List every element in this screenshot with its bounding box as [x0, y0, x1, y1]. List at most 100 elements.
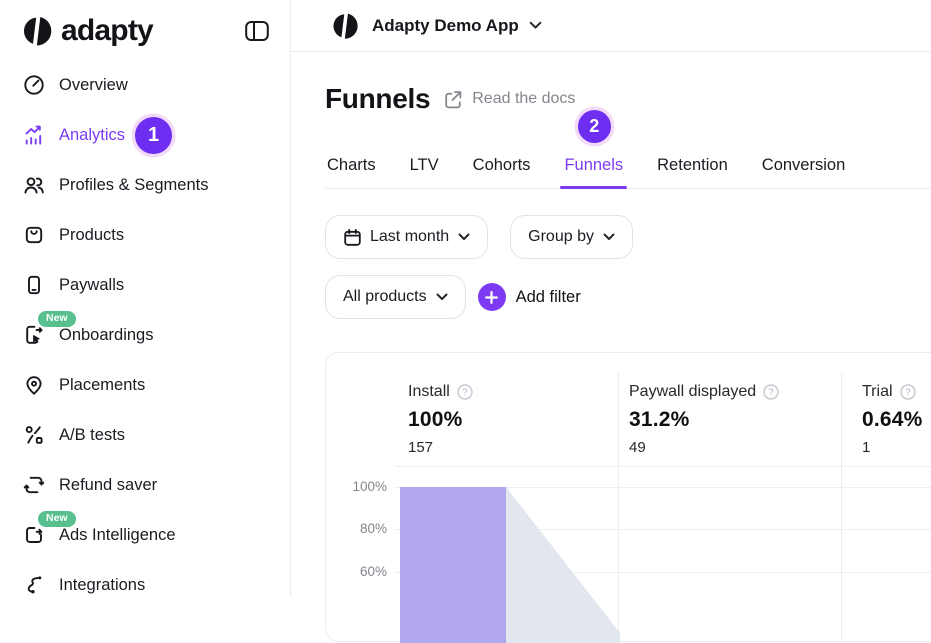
new-badge: New — [38, 311, 76, 327]
app-name: Adapty Demo App — [372, 16, 519, 36]
sidebar-item-placements[interactable]: Placements — [0, 360, 290, 410]
placements-icon — [22, 373, 46, 397]
main-content: Funnels Read the docs Charts LTV Cohorts… — [291, 53, 931, 596]
add-filter-label: Add filter — [516, 288, 581, 307]
step-percent: 31.2% — [629, 408, 779, 432]
sidebar-item-profiles-segments[interactable]: Profiles & Segments — [0, 160, 290, 210]
ab-tests-icon — [22, 423, 46, 447]
sidebar-item-label: Paywalls — [59, 276, 124, 295]
sidebar-item-paywalls[interactable]: Paywalls — [0, 260, 290, 310]
y-axis-tick: 60% — [332, 565, 387, 579]
analytics-icon — [22, 123, 46, 147]
tab-ltv[interactable]: LTV — [408, 150, 441, 188]
page-title-row: Funnels Read the docs — [325, 83, 575, 115]
plus-icon — [478, 283, 506, 311]
sidebar-item-label: Onboardings — [59, 326, 153, 345]
tutorial-step-badge-2: 2 — [578, 110, 611, 143]
add-filter-button[interactable]: Add filter — [478, 283, 581, 311]
ads-intelligence-icon — [22, 523, 46, 547]
help-icon[interactable]: ? — [457, 384, 473, 400]
step-name: Trial — [862, 383, 893, 401]
adapty-logo-icon — [20, 14, 54, 48]
refund-saver-icon — [22, 473, 46, 497]
collapse-sidebar-icon — [244, 19, 270, 43]
tab-funnels-label: Funnels — [564, 156, 623, 174]
tab-charts[interactable]: Charts — [325, 150, 378, 188]
tabs: Charts LTV Cohorts Funnels 2 Retention C… — [325, 150, 931, 189]
sidebar-item-label: A/B tests — [59, 426, 125, 445]
step-percent: 100% — [408, 408, 473, 432]
help-icon[interactable]: ? — [900, 384, 916, 400]
sidebar-item-ab-tests[interactable]: A/B tests — [0, 410, 290, 460]
chevron-down-icon — [458, 233, 470, 241]
group-by-value: Group by — [528, 228, 594, 246]
new-badge: New — [38, 511, 76, 527]
sidebar-item-label: Overview — [59, 76, 128, 95]
funnel-step-paywall-displayed: Paywall displayed ? 31.2% 49 — [629, 383, 779, 456]
step-divider — [841, 373, 842, 641]
chevron-down-icon — [436, 293, 448, 301]
sidebar-item-analytics[interactable]: Analytics 1 — [0, 110, 290, 160]
sidebar-item-label: Ads Intelligence — [59, 526, 176, 545]
collapse-sidebar-button[interactable] — [244, 19, 270, 43]
group-by-dropdown[interactable]: Group by — [510, 215, 633, 259]
filters-row-2: All products Add filter — [325, 275, 581, 319]
header-divider — [395, 466, 931, 467]
sidebar-item-overview[interactable]: Overview — [0, 60, 290, 110]
products-value: All products — [343, 288, 427, 306]
profiles-icon — [22, 173, 46, 197]
sidebar-item-label: Analytics — [59, 126, 125, 145]
page-title: Funnels — [325, 83, 430, 115]
sidebar-logo-row: adapty — [0, 0, 290, 56]
y-axis-tick: 100% — [332, 480, 387, 494]
adapty-logo-wordmark: adapty — [61, 14, 153, 48]
funnel-ramp — [506, 487, 620, 643]
step-name: Install — [408, 383, 450, 401]
products-dropdown[interactable]: All products — [325, 275, 466, 319]
tab-cohorts[interactable]: Cohorts — [471, 150, 533, 188]
sidebar-item-label: Integrations — [59, 576, 145, 595]
sidebar-nav: Overview Analytics 1 Profiles & Segments — [0, 60, 290, 610]
help-icon[interactable]: ? — [763, 384, 779, 400]
sidebar-item-integrations[interactable]: Integrations — [0, 560, 290, 610]
step-count: 157 — [408, 439, 473, 456]
paywalls-icon — [22, 273, 46, 297]
chevron-down-icon — [603, 233, 615, 241]
sidebar-item-label: Products — [59, 226, 124, 245]
sidebar-item-onboardings[interactable]: New Onboardings — [0, 310, 290, 360]
read-the-docs-link[interactable]: Read the docs — [472, 90, 575, 108]
calendar-icon — [343, 228, 362, 247]
y-axis-tick: 80% — [332, 522, 387, 536]
sidebar-item-products[interactable]: Products — [0, 210, 290, 260]
step-percent: 0.64% — [862, 408, 923, 432]
sidebar: adapty Overview — [0, 0, 291, 596]
sidebar-item-refund-saver[interactable]: Refund saver — [0, 460, 290, 510]
step-count: 49 — [629, 439, 779, 456]
tutorial-step-badge-1: 1 — [135, 117, 172, 154]
step-name: Paywall displayed — [629, 383, 756, 401]
app-selector[interactable]: Adapty Demo App — [330, 11, 542, 41]
tab-funnels[interactable]: Funnels 2 — [562, 150, 625, 188]
products-icon — [22, 223, 46, 247]
funnel-chart-card: Install ? 100% 157 Paywall displayed ? 3… — [325, 352, 931, 642]
gauge-icon — [22, 73, 46, 97]
funnel-step-trial: Trial ? 0.64% 1 — [862, 383, 923, 456]
svg-text:?: ? — [462, 387, 467, 398]
svg-text:?: ? — [905, 387, 910, 398]
onboardings-icon — [22, 323, 46, 347]
date-range-value: Last month — [370, 228, 449, 246]
topbar: Adapty Demo App — [291, 0, 931, 52]
chevron-down-icon — [529, 21, 542, 30]
tab-retention[interactable]: Retention — [655, 150, 730, 188]
date-range-dropdown[interactable]: Last month — [325, 215, 488, 259]
sidebar-item-label: Profiles & Segments — [59, 176, 208, 195]
svg-text:?: ? — [769, 387, 774, 398]
sidebar-item-ads-intelligence[interactable]: New Ads Intelligence — [0, 510, 290, 560]
sidebar-item-label: Placements — [59, 376, 145, 395]
tab-conversion[interactable]: Conversion — [760, 150, 847, 188]
filters-row-1: Last month Group by — [325, 215, 633, 259]
integrations-icon — [22, 573, 46, 597]
step-count: 1 — [862, 439, 923, 456]
external-link-icon — [442, 89, 463, 110]
app-logo-icon — [330, 11, 360, 41]
